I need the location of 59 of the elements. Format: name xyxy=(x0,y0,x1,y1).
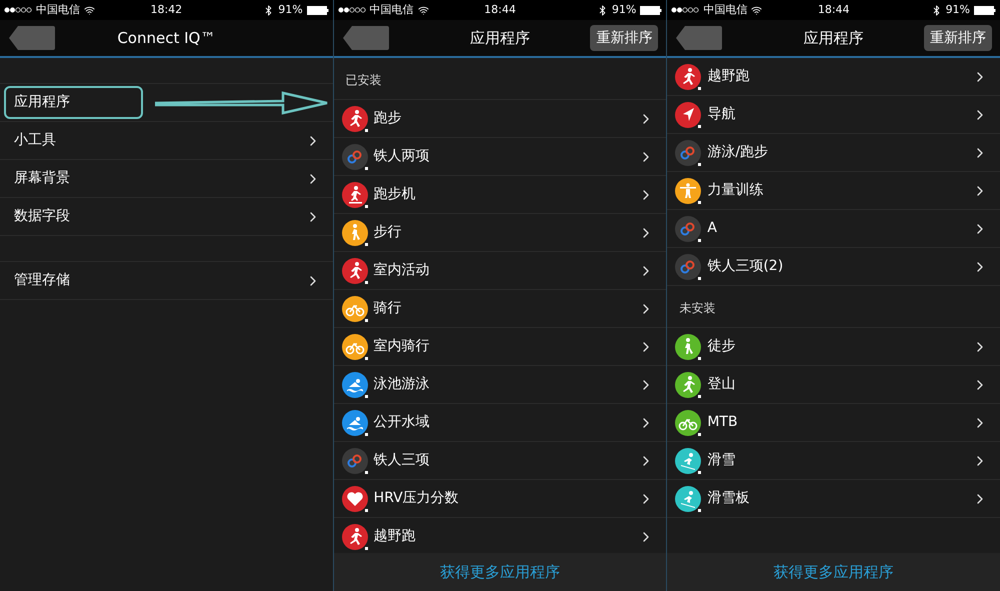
reorder-button[interactable]: 重新排序 xyxy=(590,25,658,51)
list-item[interactable]: 游泳/跑步 xyxy=(707,142,768,163)
list-item[interactable]: 越野跑 xyxy=(374,526,416,547)
battery-icon xyxy=(306,6,329,14)
list-item[interactable]: 数据字段 xyxy=(14,206,70,227)
list-item[interactable]: 室内活动 xyxy=(374,260,430,281)
signal-icon xyxy=(671,7,700,13)
section-heading: 已安装 xyxy=(346,72,382,89)
list-item[interactable]: 滑雪板 xyxy=(707,488,750,509)
wifi-icon xyxy=(84,4,95,16)
reorder-button[interactable]: 重新排序 xyxy=(924,25,992,51)
list-item[interactable]: 力量训练 xyxy=(707,180,764,201)
screen-title: 应用程序 xyxy=(804,28,864,49)
list-item[interactable]: 跑步 xyxy=(374,108,402,129)
list-item[interactable]: 滑雪 xyxy=(707,450,736,471)
battery-icon xyxy=(640,6,662,14)
back-button[interactable] xyxy=(8,25,56,51)
list-item[interactable]: 室内骑行 xyxy=(374,336,430,357)
screen-title: 应用程序 xyxy=(470,28,530,49)
bluetooth-icon xyxy=(930,4,942,16)
wifi-icon xyxy=(751,4,762,16)
back-button[interactable] xyxy=(675,25,724,51)
list-item[interactable]: 越野跑 xyxy=(707,66,750,87)
list-item[interactable]: 公开水域 xyxy=(374,412,430,433)
list-item[interactable]: A xyxy=(707,218,717,239)
wifi-icon xyxy=(418,4,429,16)
signal-icon xyxy=(338,7,366,13)
carrier-name: 中国电信 xyxy=(703,2,748,18)
back-button[interactable] xyxy=(342,25,390,51)
status-time: 18:44 xyxy=(818,2,850,18)
battery-percent: 91% xyxy=(612,2,636,18)
list-item[interactable]: 铁人两项 xyxy=(374,146,430,167)
carrier-name: 中国电信 xyxy=(370,2,414,18)
status-time: 18:44 xyxy=(484,2,516,18)
status-time: 18:42 xyxy=(150,2,182,18)
list-item[interactable]: 导航 xyxy=(707,104,736,125)
list-item[interactable]: HRV压力分数 xyxy=(374,488,459,509)
list-item[interactable]: MTB xyxy=(707,412,738,433)
signal-icon xyxy=(4,7,32,13)
list-item[interactable]: 骑行 xyxy=(374,298,402,319)
section-heading: 未安装 xyxy=(679,300,716,317)
battery-icon xyxy=(974,6,996,14)
list-item[interactable]: 铁人三项(2) xyxy=(707,256,784,277)
carrier-name: 中国电信 xyxy=(36,2,80,18)
list-item[interactable]: 铁人三项 xyxy=(374,450,430,471)
battery-percent: 91% xyxy=(278,2,303,18)
list-item[interactable]: 跑步机 xyxy=(374,184,416,205)
list-item[interactable]: 应用程序 xyxy=(14,92,70,113)
battery-percent: 91% xyxy=(946,2,970,18)
list-item[interactable]: 管理存储 xyxy=(14,270,70,291)
list-item[interactable]: 登山 xyxy=(707,374,736,395)
list-item[interactable]: 泳池游泳 xyxy=(374,374,430,395)
list-item[interactable]: 屏幕背景 xyxy=(14,168,70,189)
list-item[interactable]: 徒步 xyxy=(707,336,736,357)
bluetooth-icon xyxy=(263,4,274,16)
list-item[interactable]: 小工具 xyxy=(14,130,56,151)
screen-title: Connect IQ™ xyxy=(117,28,216,49)
bluetooth-icon xyxy=(596,4,608,16)
list-item[interactable]: 步行 xyxy=(374,222,402,243)
